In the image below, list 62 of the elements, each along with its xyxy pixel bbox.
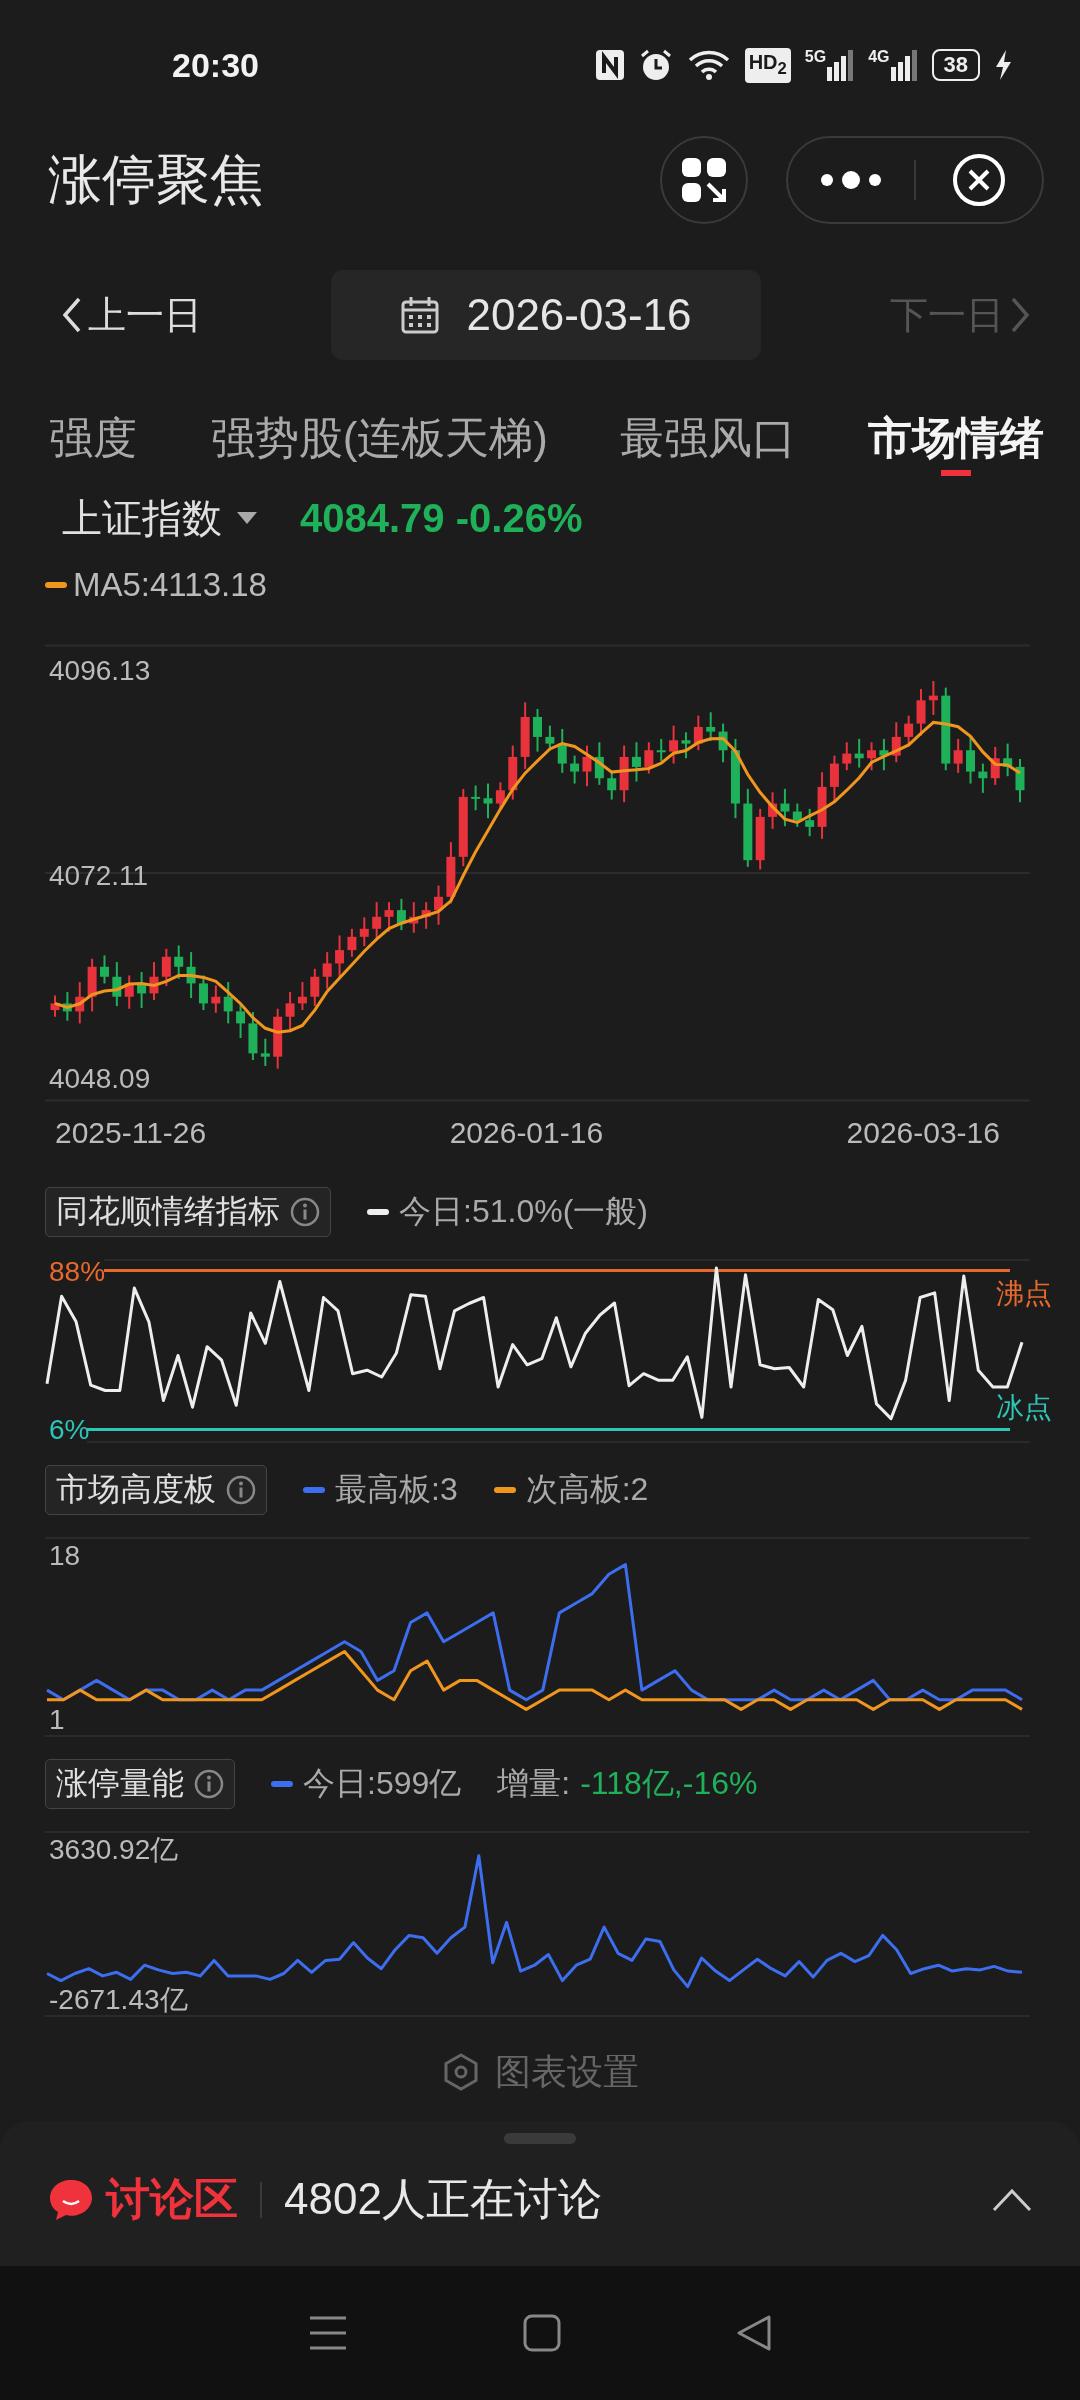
axis-label: 18 [49, 1540, 81, 1571]
wifi-icon [686, 49, 731, 81]
calendar-icon [400, 295, 441, 335]
clock-time: 20:30 [172, 45, 259, 85]
alarm-icon [638, 48, 673, 82]
axis-label: -2671.43亿 [49, 1984, 188, 2015]
menu-icon[interactable] [307, 2315, 348, 2351]
axis-label: 4072.11 [49, 859, 149, 891]
back-triangle-icon[interactable] [736, 2314, 773, 2352]
delta-label: 增量: [497, 1764, 571, 1803]
ma-legend: MA5:4113.18 [73, 566, 267, 604]
index-quote: 4084.79 -0.26% [300, 495, 583, 541]
axis-label: 88% [49, 1255, 106, 1287]
more-icon [819, 170, 883, 190]
tab[interactable]: 强势股(连板天梯) [210, 390, 548, 476]
indicator-chip[interactable]: 市场高度板 [45, 1465, 267, 1515]
legend-label: 今日:51.0%(一般) [399, 1192, 648, 1231]
axis-label: 2025-11-26 [55, 1115, 207, 1150]
axis-label: 4096.13 [49, 655, 151, 686]
tab[interactable]: 强度 [48, 390, 137, 476]
chat-bubble-icon [48, 2177, 94, 2222]
network-label: 5G [804, 49, 827, 65]
threshold-label: 沸点 [996, 1277, 1052, 1309]
drag-handle[interactable] [504, 2133, 576, 2144]
chevron-left-icon [62, 297, 82, 333]
discussion-count: 4802人正在讨论 [284, 2173, 603, 2225]
legend-swatch [45, 582, 67, 588]
index-selector[interactable]: 上证指数 [62, 490, 258, 546]
tab[interactable]: 最强风口 [620, 390, 796, 476]
axis-label: 3630.92亿 [49, 1834, 179, 1865]
previous-day-button[interactable]: 上一日 [62, 289, 202, 341]
legend-label: 最高板:3 [335, 1470, 458, 1509]
axis-label: 2026-01-16 [449, 1115, 604, 1150]
dropdown-caret-icon [236, 511, 258, 525]
axis-label: 6% [49, 1414, 90, 1446]
network-label: 4G [868, 49, 890, 65]
hd-badge: HD$_{2}$ [744, 47, 791, 83]
chevron-right-icon [1010, 297, 1030, 333]
discussion-title: 讨论区 [106, 2173, 238, 2225]
info-icon [194, 1769, 224, 1799]
close-icon [952, 153, 1006, 207]
axis-label: 4048.09 [49, 1063, 151, 1094]
info-icon [290, 1197, 320, 1227]
signal-icon [826, 49, 855, 81]
nfc-icon [594, 49, 625, 81]
shortcut-button[interactable] [660, 136, 748, 224]
date-picker[interactable]: 2026-03-16 [331, 270, 761, 360]
threshold-label: 冰点 [996, 1392, 1052, 1424]
page-title: 涨停聚焦 [48, 147, 264, 211]
battery-indicator: 38 [931, 49, 980, 81]
legend-label: 次高板:2 [525, 1470, 649, 1509]
indicator-chip[interactable]: 涨停量能 [45, 1759, 235, 1809]
indicator-chip[interactable]: 同花顺情绪指标 [45, 1187, 331, 1237]
home-square-icon[interactable] [523, 2314, 561, 2352]
signal-icon [889, 49, 918, 81]
axis-label: 1 [49, 1704, 65, 1735]
delta-value: -118亿,-16% [580, 1764, 758, 1803]
legend-label: 今日:599亿 [303, 1764, 462, 1803]
chevron-up-icon[interactable] [992, 2187, 1032, 2212]
axis-label: 2026-03-16 [846, 1115, 1000, 1150]
grid-arrow-icon [680, 156, 728, 204]
info-icon [226, 1475, 256, 1505]
